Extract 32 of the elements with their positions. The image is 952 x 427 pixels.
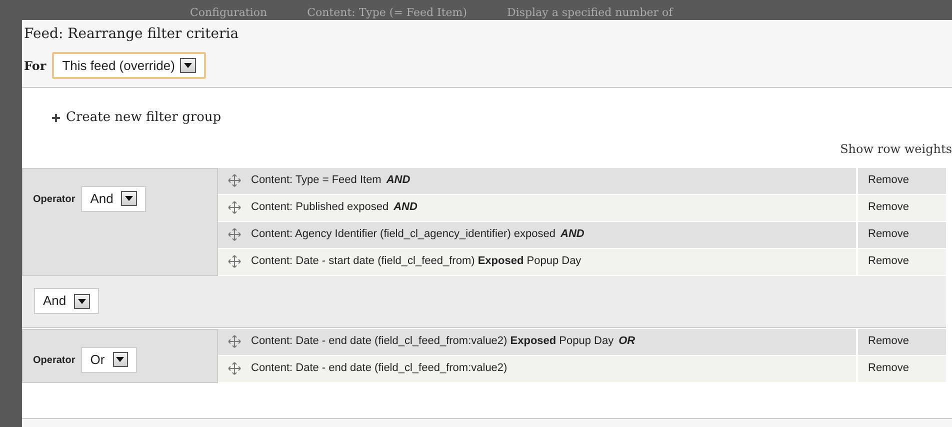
filter-label: Content: Published exposed AND bbox=[251, 200, 418, 216]
filter-label: Content: Type = Feed Item AND bbox=[251, 173, 410, 188]
drag-handle-icon[interactable] bbox=[228, 228, 241, 241]
background-text: Configuration bbox=[190, 6, 268, 20]
operator-select[interactable]: And bbox=[34, 288, 100, 314]
remove-link[interactable]: Remove bbox=[868, 172, 909, 189]
operator-label: Operator bbox=[33, 192, 76, 206]
plus-icon bbox=[52, 114, 60, 122]
drag-handle-icon[interactable] bbox=[228, 201, 241, 214]
filter-label: Content: Date - end date (field_cl_feed_from:value2) Exposed Popup Day OR bbox=[251, 334, 636, 350]
filter-label: Content: Agency Identifier (field_cl_agency_identifier) exposed AND bbox=[251, 227, 584, 242]
remove-link[interactable]: Remove bbox=[868, 360, 909, 377]
drag-handle-icon[interactable] bbox=[228, 255, 241, 268]
filter-label: Content: Date - end date (field_cl_feed_from:value2) bbox=[251, 361, 508, 376]
create-filter-group-link[interactable]: Create new filter group bbox=[66, 108, 222, 128]
remove-link[interactable]: Remove bbox=[868, 226, 909, 243]
operator-select[interactable]: And bbox=[81, 186, 146, 212]
for-label: For bbox=[24, 58, 46, 74]
remove-link[interactable]: Remove bbox=[868, 333, 909, 350]
show-row-weights-link[interactable]: Show row weights bbox=[840, 140, 952, 158]
remove-link[interactable]: Remove bbox=[868, 253, 909, 270]
background-text: Display a specified number of bbox=[507, 6, 673, 20]
dialog-title: Feed: Rearrange filter criteria bbox=[24, 25, 240, 44]
background-text: Content: Type (= Feed Item) bbox=[307, 6, 468, 20]
drag-handle-icon[interactable] bbox=[228, 174, 241, 187]
drag-handle-icon[interactable] bbox=[228, 335, 241, 348]
display-select[interactable]: This feed (override) bbox=[52, 52, 206, 79]
filter-label: Content: Date - start date (field_cl_feed_from) Exposed Popup Day bbox=[251, 254, 582, 270]
operator-label: Operator bbox=[33, 354, 76, 368]
operator-select[interactable]: Or bbox=[81, 346, 138, 372]
drag-handle-icon[interactable] bbox=[228, 362, 241, 375]
remove-link[interactable]: Remove bbox=[868, 199, 909, 216]
